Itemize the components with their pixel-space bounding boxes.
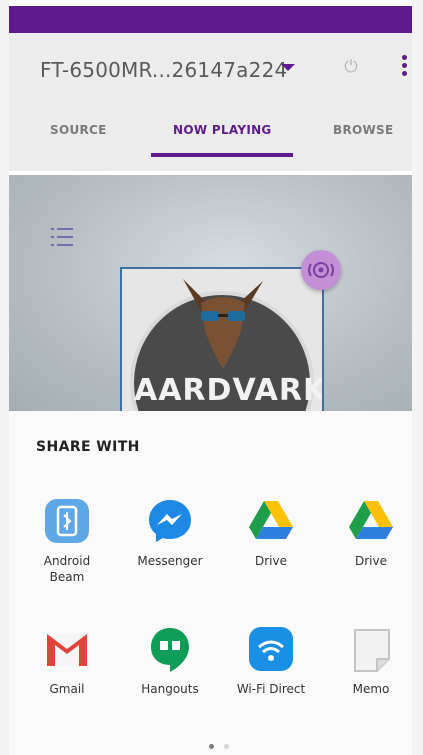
tab-now-playing[interactable]: NOW PLAYING (173, 111, 272, 171)
share-target-label: Drive (255, 554, 287, 568)
share-target-memo[interactable]: Memo (323, 625, 419, 697)
chevron-down-icon[interactable] (281, 64, 295, 71)
drive-icon (247, 497, 295, 545)
page-dot-active[interactable] (209, 744, 214, 749)
share-sheet: SHARE WITH Android Beam Messenger Drive … (9, 411, 412, 755)
left-edge (0, 0, 9, 755)
android-beam-icon (43, 497, 91, 545)
share-target-label: Gmail (49, 682, 85, 696)
messenger-icon (146, 497, 194, 545)
share-target-hangouts[interactable]: Hangouts (122, 625, 218, 697)
share-target-gmail[interactable]: Gmail (19, 625, 115, 697)
share-target-label: Android Beam (43, 554, 91, 584)
share-target-label: Hangouts (141, 682, 199, 696)
page-indicator (204, 734, 234, 753)
now-playing-panel: AARDVARK (9, 175, 412, 411)
power-icon[interactable]: ⏻ (342, 58, 360, 76)
app-screen: FT-6500MR...26147a224 ⏻ SOURCE NOW PLAYI… (0, 0, 423, 755)
page-dot[interactable] (224, 744, 229, 749)
share-sheet-title: SHARE WITH (36, 439, 140, 455)
gmail-icon (43, 625, 91, 673)
share-target-drive[interactable]: Drive (223, 497, 319, 569)
cast-icon[interactable] (301, 250, 341, 290)
status-bar (9, 6, 412, 33)
album-art-title: AARDVARK (134, 373, 324, 408)
share-target-messenger[interactable]: Messenger (122, 497, 218, 569)
tab-bar: SOURCE NOW PLAYING BROWSE (9, 111, 412, 171)
drive-icon (347, 497, 395, 545)
share-target-drive-2[interactable]: Drive (323, 497, 419, 569)
active-tab-indicator (151, 153, 293, 157)
app-bar: FT-6500MR...26147a224 ⏻ (9, 33, 412, 111)
share-target-android-beam[interactable]: Android Beam (19, 497, 115, 585)
share-target-label: Drive (355, 554, 387, 568)
album-art[interactable]: AARDVARK (120, 267, 324, 411)
share-target-wifi-direct[interactable]: Wi-Fi Direct (223, 625, 319, 697)
tab-browse[interactable]: BROWSE (333, 111, 393, 171)
aardvark-illustration-icon (183, 279, 263, 369)
right-edge (412, 0, 423, 755)
queue-list-icon[interactable] (51, 225, 73, 251)
share-target-label: Messenger (137, 554, 203, 568)
device-selector-label[interactable]: FT-6500MR...26147a224 (40, 58, 287, 82)
hangouts-icon (146, 625, 194, 673)
tab-source[interactable]: SOURCE (50, 111, 107, 171)
memo-icon (347, 625, 395, 673)
overflow-menu-icon[interactable] (402, 55, 408, 81)
share-target-label: Memo (352, 682, 390, 696)
share-target-label: Wi-Fi Direct (236, 682, 306, 696)
wifi-direct-icon (247, 625, 295, 673)
